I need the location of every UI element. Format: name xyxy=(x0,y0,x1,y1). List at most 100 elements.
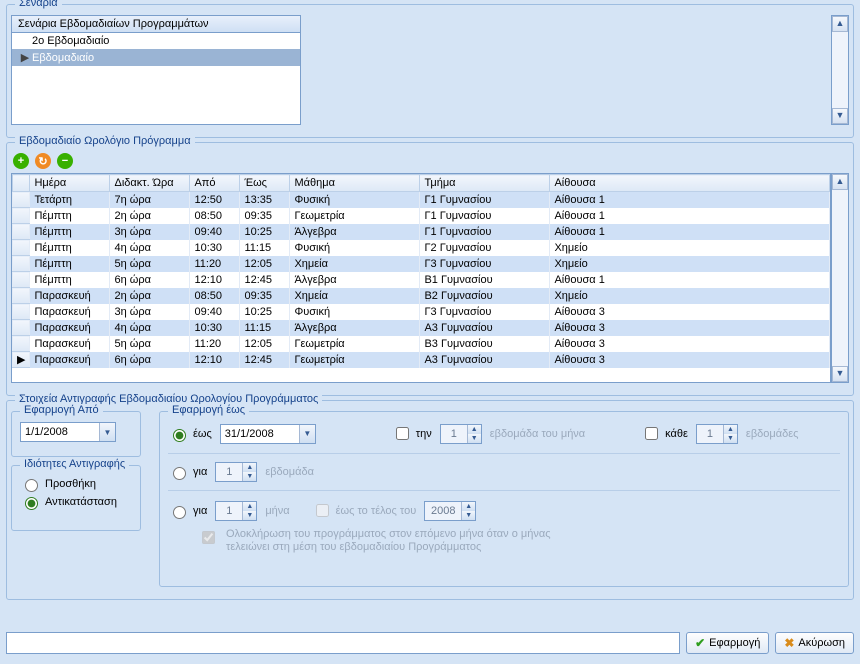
cell: 13:35 xyxy=(240,192,290,208)
spin-up-icon[interactable]: ▲ xyxy=(242,502,256,511)
radio-for-weeks[interactable]: για xyxy=(168,464,207,480)
column-header[interactable]: Διδακτ. Ώρα xyxy=(110,175,190,192)
cell: Αίθουσα 1 xyxy=(550,224,830,240)
spin-down-icon[interactable]: ▼ xyxy=(723,434,737,443)
check-until-end[interactable]: έως το τέλος του xyxy=(312,501,417,520)
table-row[interactable]: Παρασκευή3η ώρα09:4010:25ΦυσικήΓ3 Γυμνασ… xyxy=(13,304,830,320)
cell: Πέμπτη xyxy=(30,272,110,288)
grid-scrollbar[interactable]: ▲ ▼ xyxy=(831,173,849,383)
table-row[interactable]: ▶Παρασκευή6η ώρα12:1012:45ΓεωμετρίαΑ3 Γυ… xyxy=(13,352,830,368)
from-date-value[interactable] xyxy=(21,426,99,438)
cancel-icon: ✖ xyxy=(784,636,794,650)
spin-down-icon[interactable]: ▼ xyxy=(461,511,475,520)
scroll-up-icon[interactable]: ▲ xyxy=(832,174,848,190)
apply-button[interactable]: ✔ Εφαρμογή xyxy=(686,632,769,654)
cell: Πέμπτη xyxy=(30,224,110,240)
radio-for-weeks-label: για xyxy=(193,466,207,478)
status-input[interactable] xyxy=(6,632,680,654)
scroll-down-icon[interactable]: ▼ xyxy=(832,108,848,124)
spin-up-icon[interactable]: ▲ xyxy=(723,425,737,434)
table-row[interactable]: Παρασκευή2η ώρα08:5009:35ΧημείαΒ2 Γυμνασ… xyxy=(13,288,830,304)
scenarios-legend: Σενάρια xyxy=(15,0,62,9)
from-legend: Εφαρμογή Από xyxy=(20,404,103,416)
for-months-spin[interactable]: ▲▼ xyxy=(215,501,257,521)
cell: Παρασκευή xyxy=(30,352,110,368)
cancel-button[interactable]: ✖ Ακύρωση xyxy=(775,632,854,654)
spin-up-icon[interactable]: ▲ xyxy=(242,463,256,472)
table-row[interactable]: Πέμπτη5η ώρα11:2012:05ΧημείαΓ3 Γυμνασίου… xyxy=(13,256,830,272)
table-row[interactable]: Πέμπτη4η ώρα10:3011:15ΦυσικήΓ2 Γυμνασίου… xyxy=(13,240,830,256)
cell: 5η ώρα xyxy=(110,336,190,352)
every-weeks-spin[interactable]: ▲▼ xyxy=(696,424,738,444)
to-date-input[interactable]: ▼ xyxy=(220,424,316,444)
table-row[interactable]: Πέμπτη6η ώρα12:1012:45ΆλγεβραΒ1 Γυμνασίο… xyxy=(13,272,830,288)
row-marker-icon: ▶ xyxy=(18,51,32,64)
row-marker-icon xyxy=(13,208,30,224)
cell: Γ1 Γυμνασίου xyxy=(420,224,550,240)
for-weeks-spin[interactable]: ▲▼ xyxy=(215,462,257,482)
column-header[interactable]: Τμήμα xyxy=(420,175,550,192)
cell: 10:30 xyxy=(190,320,240,336)
add-icon[interactable]: + xyxy=(13,153,29,169)
cell: Αίθουσα 3 xyxy=(550,304,830,320)
table-row[interactable]: Παρασκευή4η ώρα10:3011:15ΆλγεβραΑ3 Γυμνα… xyxy=(13,320,830,336)
schedule-grid[interactable]: ΗμέραΔιδακτ. ΏραΑπόΈωςΜάθημαΤμήμαΑίθουσα… xyxy=(11,173,831,383)
cell: 2η ώρα xyxy=(110,288,190,304)
column-header[interactable]: Μάθημα xyxy=(290,175,420,192)
radio-for-months[interactable]: για xyxy=(168,503,207,519)
dropdown-icon[interactable]: ▼ xyxy=(99,423,115,441)
column-header[interactable]: Έως xyxy=(240,175,290,192)
table-row[interactable]: Πέμπτη2η ώρα08:5009:35ΓεωμετρίαΓ1 Γυμνασ… xyxy=(13,208,830,224)
row-marker-icon xyxy=(13,304,30,320)
scenarios-list[interactable]: Σενάρια Εβδομαδιαίων Προγραμμάτων 2ο Εβδ… xyxy=(11,15,301,125)
cell: 12:10 xyxy=(190,272,240,288)
cell: 12:05 xyxy=(240,336,290,352)
dropdown-icon[interactable]: ▼ xyxy=(299,425,315,443)
apply-button-label: Εφαρμογή xyxy=(709,637,760,649)
scenarios-scrollbar[interactable]: ▲ ▼ xyxy=(831,15,849,125)
table-row[interactable]: Παρασκευή5η ώρα11:2012:05ΓεωμετρίαΒ3 Γυμ… xyxy=(13,336,830,352)
radio-until[interactable]: έως xyxy=(168,426,212,442)
until-end-year-spin[interactable]: ▲▼ xyxy=(424,501,476,521)
to-date-value[interactable] xyxy=(221,428,299,440)
cell: 09:35 xyxy=(240,208,290,224)
check-the-label: την xyxy=(416,428,432,440)
check-every-label: κάθε xyxy=(665,428,688,440)
cell: 3η ώρα xyxy=(110,304,190,320)
scroll-down-icon[interactable]: ▼ xyxy=(832,366,848,382)
spin-down-icon[interactable]: ▼ xyxy=(242,511,256,520)
spin-down-icon[interactable]: ▼ xyxy=(242,472,256,481)
row-marker-icon: ▶ xyxy=(13,352,30,368)
cell: Γ2 Γυμνασίου xyxy=(420,240,550,256)
cell: Β2 Γυμνασίου xyxy=(420,288,550,304)
check-complete-month[interactable] xyxy=(202,531,215,544)
option-replace[interactable]: Αντικατάσταση xyxy=(20,494,132,510)
row-marker-icon xyxy=(13,224,30,240)
scroll-up-icon[interactable]: ▲ xyxy=(832,16,848,32)
option-add[interactable]: Προσθήκη xyxy=(20,476,132,492)
cell: Πέμπτη xyxy=(30,256,110,272)
scenario-row[interactable]: ▶Εβδομαδιαίο xyxy=(12,49,300,66)
from-date-input[interactable]: ▼ xyxy=(20,422,116,442)
column-header[interactable]: Ημέρα xyxy=(30,175,110,192)
table-row[interactable]: Τετάρτη7η ώρα12:5013:35ΦυσικήΓ1 Γυμνασίο… xyxy=(13,192,830,208)
delete-icon[interactable]: − xyxy=(57,153,73,169)
refresh-icon[interactable]: ↻ xyxy=(35,153,51,169)
cell: Άλγεβρα xyxy=(290,320,420,336)
spin-up-icon[interactable]: ▲ xyxy=(467,425,481,434)
row-marker-icon xyxy=(13,320,30,336)
spin-down-icon[interactable]: ▼ xyxy=(467,434,481,443)
check-the-week[interactable]: την xyxy=(392,424,432,443)
check-every[interactable]: κάθε xyxy=(641,424,688,443)
cell: 12:05 xyxy=(240,256,290,272)
spin-up-icon[interactable]: ▲ xyxy=(461,502,475,511)
scenarios-column-header: Σενάρια Εβδομαδιαίων Προγραμμάτων xyxy=(12,16,300,33)
scenario-row[interactable]: 2ο Εβδομαδιαίο xyxy=(12,33,300,49)
table-row[interactable]: Πέμπτη3η ώρα09:4010:25ΆλγεβραΓ1 Γυμνασίο… xyxy=(13,224,830,240)
check-icon: ✔ xyxy=(695,636,705,650)
column-header[interactable]: Αίθουσα xyxy=(550,175,830,192)
cell: 08:50 xyxy=(190,288,240,304)
week-of-month-spin[interactable]: ▲▼ xyxy=(440,424,482,444)
cell: 09:40 xyxy=(190,304,240,320)
column-header[interactable]: Από xyxy=(190,175,240,192)
